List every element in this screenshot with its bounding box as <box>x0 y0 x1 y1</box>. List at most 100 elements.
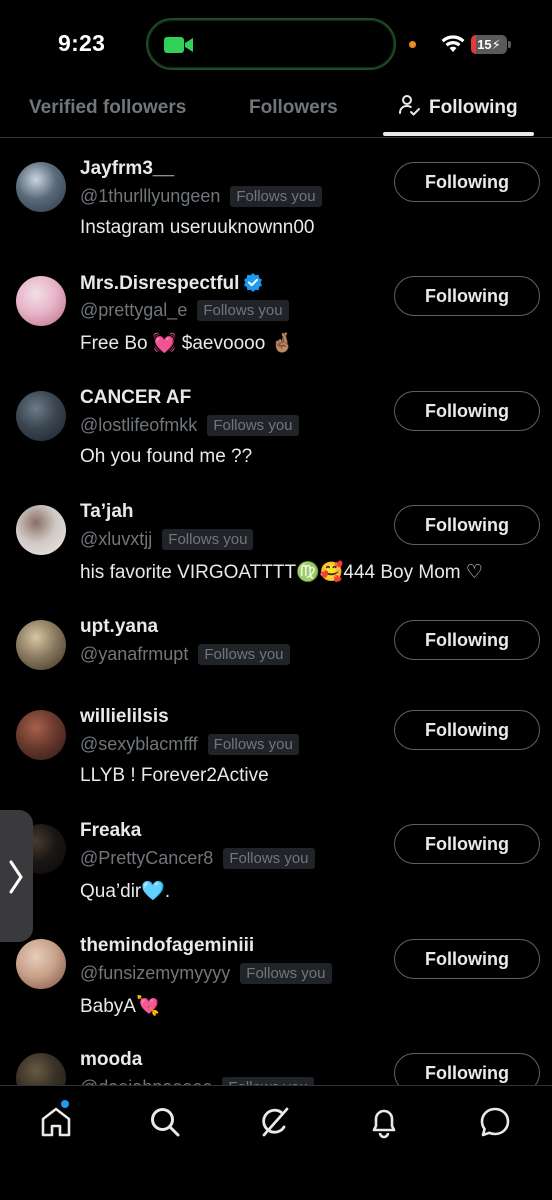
grok-icon <box>262 1107 289 1137</box>
avatar[interactable] <box>16 505 66 555</box>
following-button[interactable]: Following <box>394 162 540 202</box>
user-bio: Instagram useruuknownn00 <box>80 217 315 238</box>
tab-label: Following <box>429 97 518 118</box>
user-display-name[interactable]: mooda <box>80 1049 142 1071</box>
display-name-text: themindofageminiii <box>80 935 255 956</box>
user-display-name[interactable]: willielilsis <box>80 706 169 728</box>
user-handle: @yanafrmupt <box>80 644 189 664</box>
follows-you-badge: Follows you <box>230 186 322 207</box>
user-handle-line: @xluvxtjj Follows you <box>80 529 254 550</box>
user-handle-line: @funsizemymyyyy Follows you <box>80 963 332 984</box>
user-bio: Oh you found me ?? <box>80 446 253 467</box>
user-bio: Qua’dir🩵. <box>80 881 171 902</box>
privacy-indicator-dot <box>409 41 416 48</box>
nav-grok[interactable] <box>256 1104 292 1140</box>
nav-search[interactable] <box>147 1104 183 1140</box>
list-item[interactable]: Ta’jah @xluvxtjj Follows you his favorite V… <box>0 499 552 613</box>
active-tab-indicator <box>383 132 534 136</box>
display-name-text: Mrs.Disrespectful <box>80 273 240 294</box>
verified-badge-icon <box>244 273 263 292</box>
list-item[interactable]: themindofageminiii @funsizemymyyyy Follows… <box>0 933 552 1047</box>
display-name-text: willielilsis <box>80 706 169 727</box>
user-bio: BabyA💘 <box>80 996 160 1017</box>
list-item[interactable]: mooda @daejahnaeeee Follows you Following <box>0 1047 552 1085</box>
user-display-name[interactable]: Mrs.Disrespectful <box>80 272 263 295</box>
following-button[interactable]: Following <box>394 1053 540 1085</box>
status-time: 9:23 <box>58 30 106 56</box>
user-handle: @funsizemymyyyy <box>80 963 231 983</box>
bottom-navigation <box>0 1085 552 1200</box>
battery-indicator: 15⚡ <box>471 35 507 54</box>
display-name-text: Jayfrm3__ <box>80 158 175 179</box>
avatar[interactable] <box>16 710 66 760</box>
follows-you-badge: Follows you <box>207 734 299 755</box>
follows-you-badge: Follows you <box>197 300 289 321</box>
following-button[interactable]: Following <box>394 710 540 750</box>
following-button[interactable]: Following <box>394 824 540 864</box>
user-display-name[interactable]: upt.yana <box>80 616 158 638</box>
user-handle: @sexyblacmfff <box>80 734 198 754</box>
notifications-icon <box>372 1109 396 1139</box>
avatar[interactable] <box>16 391 66 441</box>
following-button[interactable]: Following <box>394 620 540 660</box>
list-item[interactable]: Jayfrm3__ @1thurlllyungeen Follows you Inst… <box>0 156 552 270</box>
user-handle: @daejahnaeeee <box>80 1077 212 1085</box>
list-item[interactable]: Freaka @PrettyCancer8 Follows you Qua’dir🩵.… <box>0 818 552 932</box>
list-item[interactable]: Mrs.Disrespectful @prettygal_e Follows you… <box>0 270 552 384</box>
user-display-name[interactable]: themindofageminiii <box>80 935 254 957</box>
avatar[interactable] <box>16 162 66 212</box>
follow-tabs: Verified followers Followers Following <box>0 86 552 138</box>
user-display-name[interactable]: Jayfrm3__ <box>80 158 174 180</box>
following-button[interactable]: Following <box>394 939 540 979</box>
follows-you-badge: Follows you <box>207 415 299 436</box>
nav-messages[interactable] <box>477 1104 513 1140</box>
facetime-camera-icon <box>164 37 193 53</box>
dynamic-island <box>146 18 396 70</box>
tab-following[interactable]: Following <box>397 86 518 138</box>
home-notification-dot <box>61 1100 69 1108</box>
user-handle-line: @sexyblacmfff Follows you <box>80 734 299 755</box>
follows-you-badge: Follows you <box>223 848 315 869</box>
list-item[interactable]: willielilsis @sexyblacmfff Follows you LLYB… <box>0 704 552 818</box>
following-button[interactable]: Following <box>394 391 540 431</box>
avatar[interactable] <box>16 620 66 670</box>
user-handle: @1thurlllyungeen <box>80 186 221 206</box>
user-handle-line: @yanafrmupt Follows you <box>80 644 290 665</box>
user-handle-line: @daejahnaeeee Follows you <box>80 1077 314 1085</box>
tab-followers[interactable]: Followers <box>249 86 338 138</box>
display-name-text: Ta’jah <box>80 501 134 522</box>
following-list: Jayfrm3__ @1thurlllyungeen Follows you Inst… <box>0 138 552 1085</box>
tab-verified-followers[interactable]: Verified followers <box>29 86 186 138</box>
display-name-text: CANCER AF <box>80 387 192 408</box>
user-display-name[interactable]: Freaka <box>80 820 141 842</box>
user-handle-line: @1thurlllyungeen Follows you <box>80 186 322 207</box>
nav-home[interactable] <box>38 1104 74 1140</box>
user-display-name[interactable]: CANCER AF <box>80 387 191 409</box>
user-handle-line: @PrettyCancer8 Follows you <box>80 848 315 869</box>
user-display-name[interactable]: Ta’jah <box>80 501 134 523</box>
follows-you-badge: Follows you <box>162 529 254 550</box>
nav-notifications[interactable] <box>366 1104 402 1140</box>
display-name-text: upt.yana <box>80 616 159 637</box>
user-bio: LLYB ! Forever2Active <box>80 765 269 786</box>
following-button[interactable]: Following <box>394 276 540 316</box>
user-handle-line: @lostlifeofmkk Follows you <box>80 415 299 436</box>
user-handle-line: @prettygal_e Follows you <box>80 300 289 321</box>
battery-percent: 15⚡ <box>477 37 501 52</box>
following-button[interactable]: Following <box>394 505 540 545</box>
user-handle: @lostlifeofmkk <box>80 415 198 435</box>
follows-you-badge: Follows you <box>222 1077 314 1085</box>
messages-icon <box>480 1107 510 1137</box>
side-panel-handle[interactable] <box>0 810 33 942</box>
list-item[interactable]: CANCER AF @lostlifeofmkk Follows you Oh you… <box>0 385 552 499</box>
avatar[interactable] <box>16 939 66 989</box>
status-bar: 9:23 15⚡ <box>0 0 552 86</box>
chevron-right-icon <box>9 860 23 894</box>
follows-you-badge: Follows you <box>240 963 332 984</box>
display-name-text: mooda <box>80 1049 143 1070</box>
home-icon <box>41 1107 71 1137</box>
tab-label: Verified followers <box>29 97 187 118</box>
avatar[interactable] <box>16 276 66 326</box>
display-name-text: Freaka <box>80 820 142 841</box>
avatar[interactable] <box>16 1053 66 1085</box>
